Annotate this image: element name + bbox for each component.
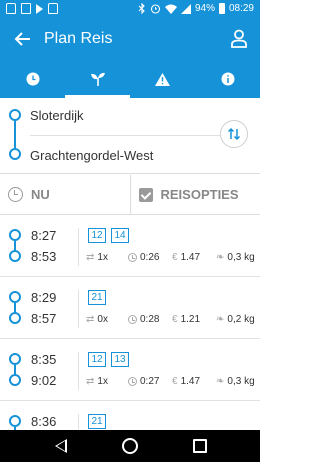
wifi-icon	[164, 4, 177, 14]
line-badge: 13	[111, 352, 129, 367]
route-divider	[30, 135, 220, 136]
transfer-count: 1x	[97, 376, 108, 387]
trip-row[interactable]: 8:35 9:02 12 13 ⇄ 1x 0:27 €1.47 ❧ 0,3 kg	[0, 340, 260, 401]
tab-sustainable[interactable]	[65, 60, 130, 98]
trip-row[interactable]: 8:29 8:57 21 ⇄ 0x 0:28 €1.21 ❧ 0,2 kg	[0, 278, 260, 339]
transfer-count: 0x	[97, 314, 108, 325]
trip-co2: 0,2 kg	[227, 314, 255, 325]
arrival-dot	[9, 374, 21, 386]
image-icon	[21, 3, 31, 14]
arrival-time: 9:02	[31, 373, 57, 388]
row-divider	[78, 290, 79, 328]
leaf-icon: ❧	[216, 375, 225, 387]
system-nav-bar	[0, 430, 260, 462]
euro-icon: €	[172, 313, 178, 325]
trip-price: 1.47	[180, 252, 201, 263]
duration-icon	[128, 253, 137, 262]
clock-time: 08:29	[228, 3, 254, 14]
account-icon[interactable]	[230, 29, 248, 48]
leaf-icon: ❧	[216, 251, 225, 263]
signal-icon	[180, 3, 191, 14]
tab-bar	[0, 60, 260, 98]
info-icon	[221, 72, 234, 86]
departure-dot	[9, 353, 21, 365]
trip-price: 1.21	[180, 314, 201, 325]
arrival-time: 8:53	[31, 249, 57, 264]
leaf-icon: ❧	[216, 313, 225, 325]
swap-route-button[interactable]	[220, 120, 248, 148]
destination-dot	[9, 148, 21, 160]
trip-co2: 0,3 kg	[227, 376, 255, 387]
transfer-icon: ⇄	[86, 313, 95, 325]
departure-dot	[9, 229, 21, 241]
line-badge: 12	[88, 352, 106, 367]
clock-icon	[26, 72, 39, 86]
bluetooth-icon	[138, 3, 145, 14]
trip-list: 8:27 8:53 12 14 ⇄ 1x 0:26 €1.47 ❧ 0,3 kg 8…	[0, 216, 260, 430]
departure-time: 8:35	[31, 352, 57, 367]
battery-icon	[218, 3, 225, 14]
swap-icon	[227, 127, 241, 141]
sprout-icon	[90, 72, 105, 86]
line-badge: 21	[88, 290, 106, 305]
departure-time: 8:29	[31, 290, 57, 305]
transfer-count: 1x	[97, 252, 108, 263]
play-icon	[36, 4, 43, 14]
route-line	[14, 121, 16, 148]
travel-options-label: REISOPTIES	[160, 187, 239, 202]
options-bar: NU REISOPTIES	[0, 175, 260, 215]
duration-icon	[128, 377, 137, 386]
departure-time: 8:27	[31, 228, 57, 243]
arrival-dot	[9, 250, 21, 262]
nav-home-icon[interactable]	[122, 438, 138, 454]
shopping-bag-icon	[6, 3, 16, 14]
shopping-bag-icon-2	[48, 3, 58, 14]
departure-time-button[interactable]: NU	[0, 175, 130, 214]
nav-back-icon[interactable]	[55, 439, 67, 453]
row-divider	[78, 228, 79, 266]
app-bar: Plan Reis	[0, 18, 260, 60]
trip-row[interactable]: 8:36 21	[0, 402, 260, 430]
euro-icon: €	[172, 251, 178, 263]
tab-time[interactable]	[0, 60, 65, 98]
trip-duration: 0:26	[140, 252, 160, 263]
departure-time-label: NU	[31, 187, 50, 202]
trip-row[interactable]: 8:27 8:53 12 14 ⇄ 1x 0:26 €1.47 ❧ 0,3 kg	[0, 216, 260, 277]
line-badge: 21	[88, 414, 106, 429]
transfer-icon: ⇄	[86, 251, 95, 263]
back-arrow-icon[interactable]	[14, 30, 32, 48]
duration-icon	[128, 315, 137, 324]
nav-recents-icon[interactable]	[193, 439, 207, 453]
notification-icons	[6, 3, 58, 14]
departure-dot	[9, 291, 21, 303]
trip-co2: 0,3 kg	[227, 252, 255, 263]
origin-dot	[9, 109, 21, 121]
destination-field[interactable]: Grachtengordel-West	[30, 148, 153, 163]
route-selector: Sloterdijk Grachtengordel-West	[0, 98, 260, 174]
departure-time: 8:36	[31, 414, 57, 429]
line-badge: 12	[88, 228, 106, 243]
departure-dot	[9, 415, 21, 427]
tab-info[interactable]	[195, 60, 260, 98]
status-bar: 94% 08:29	[0, 0, 260, 18]
arrival-time: 8:57	[31, 311, 57, 326]
origin-field[interactable]: Sloterdijk	[30, 108, 83, 123]
page-title: Plan Reis	[44, 30, 113, 47]
transfer-icon: ⇄	[86, 375, 95, 387]
warning-icon	[155, 72, 170, 86]
trip-duration: 0:28	[140, 314, 160, 325]
travel-options-button[interactable]: REISOPTIES	[129, 175, 261, 214]
arrival-dot	[9, 312, 21, 324]
row-divider	[78, 414, 79, 430]
trip-duration: 0:27	[140, 376, 160, 387]
euro-icon: €	[172, 375, 178, 387]
trip-price: 1.47	[180, 376, 201, 387]
battery-percent: 94%	[194, 3, 215, 14]
tab-disruptions[interactable]	[130, 60, 195, 98]
line-badge: 14	[111, 228, 129, 243]
checkbox-icon	[138, 187, 153, 202]
clock-icon	[8, 187, 23, 202]
row-divider	[78, 352, 79, 390]
alarm-icon	[150, 4, 161, 14]
